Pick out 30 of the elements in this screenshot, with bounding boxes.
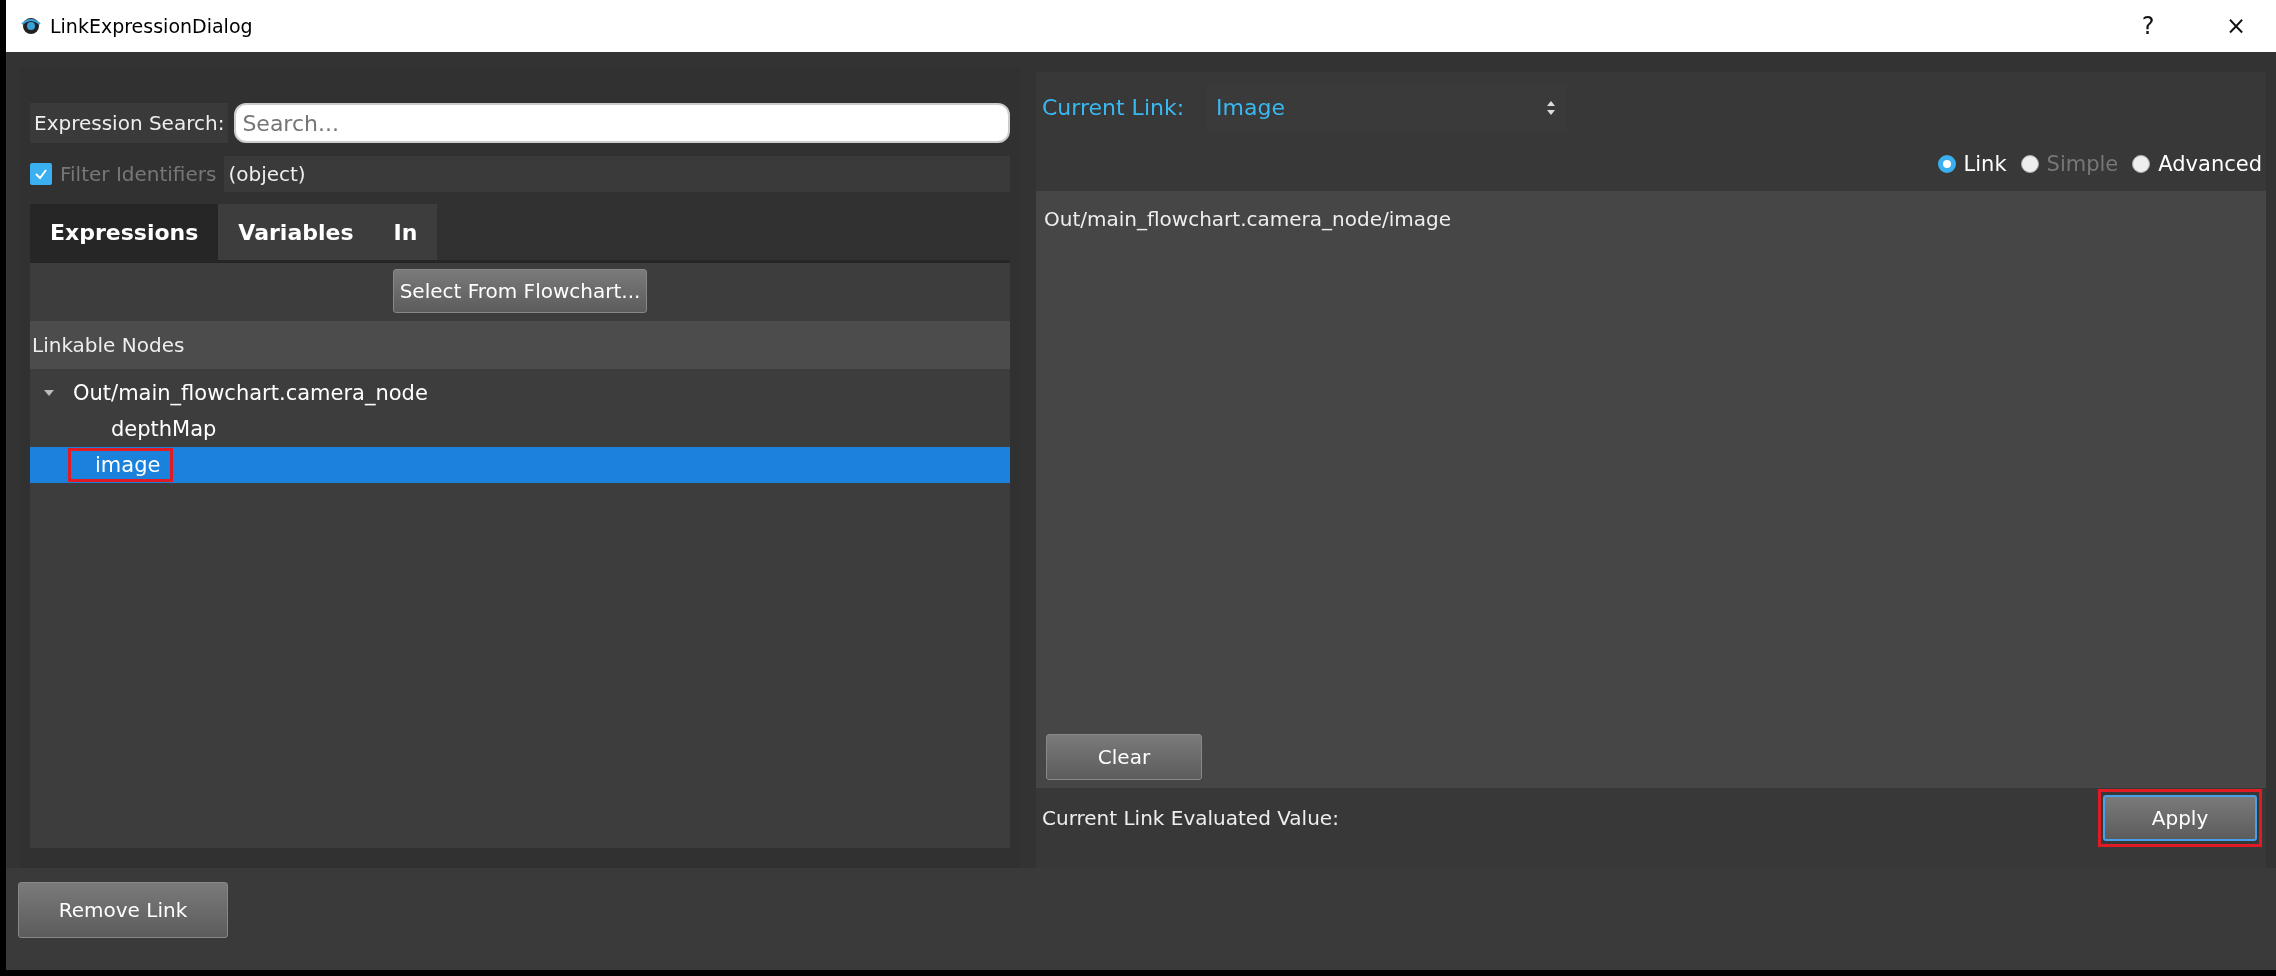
current-link-label: Current Link: bbox=[1042, 95, 1185, 121]
check-icon bbox=[34, 168, 48, 180]
app-logo-icon bbox=[20, 16, 42, 36]
tree-header: Linkable Nodes bbox=[30, 321, 1010, 369]
search-label: Expression Search: bbox=[30, 103, 229, 143]
select-from-flowchart-button[interactable]: Select From Flowchart... bbox=[392, 269, 648, 313]
radio-label: Link bbox=[1963, 152, 2007, 177]
tree-item[interactable]: depthMap bbox=[30, 411, 1010, 447]
radio-button[interactable] bbox=[2132, 155, 2151, 174]
clear-button[interactable]: Clear bbox=[1046, 733, 1202, 780]
tree-item[interactable]: Out/main_flowchart.camera_node bbox=[30, 375, 1010, 411]
spinner-arrows-icon bbox=[1546, 99, 1557, 116]
radio-label: Advanced bbox=[2158, 152, 2262, 177]
window-title: LinkExpressionDialog bbox=[50, 15, 253, 37]
link-text-area[interactable]: Out/main_flowchart.camera_node/image Clear bbox=[1036, 190, 2266, 788]
apply-button[interactable]: Apply bbox=[2103, 794, 2257, 841]
tab[interactable]: Expressions bbox=[30, 204, 219, 260]
filter-value: (object) bbox=[224, 156, 1010, 192]
tab[interactable]: In bbox=[373, 204, 438, 260]
link-text: Out/main_flowchart.camera_node/image bbox=[1044, 206, 1452, 231]
close-button[interactable]: × bbox=[2196, 0, 2276, 52]
filter-label: Filter Identifiers bbox=[60, 162, 217, 186]
tab[interactable]: Variables bbox=[218, 204, 374, 260]
remove-link-button[interactable]: Remove Link bbox=[18, 882, 228, 938]
radio-label: Simple bbox=[2046, 152, 2119, 177]
radio-button[interactable] bbox=[1937, 155, 1956, 174]
evaluated-value-label: Current Link Evaluated Value: bbox=[1042, 805, 1339, 830]
tree-item[interactable]: image bbox=[30, 447, 1010, 483]
help-button[interactable]: ? bbox=[2108, 0, 2188, 52]
search-field[interactable]: Search... bbox=[234, 103, 1010, 143]
